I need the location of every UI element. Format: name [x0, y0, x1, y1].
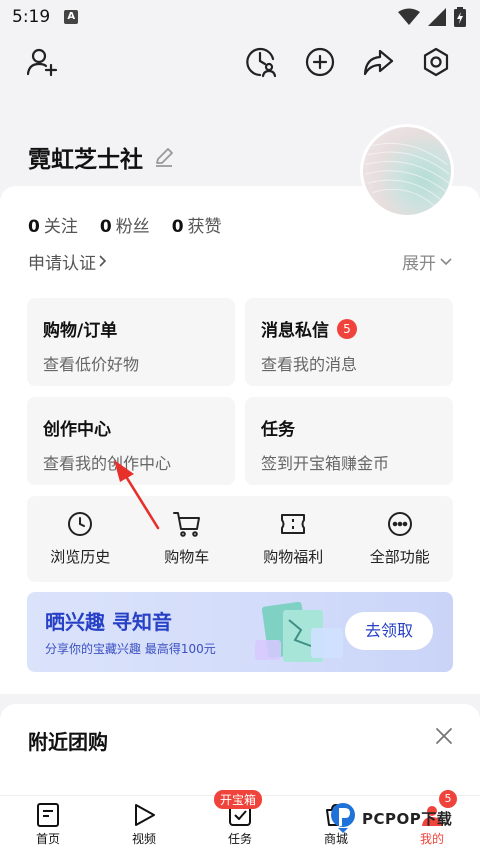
- user-icon: [422, 806, 442, 826]
- clock-icon: [68, 512, 93, 536]
- add-friend-button[interactable]: [22, 42, 62, 82]
- chevron-down-icon: [440, 258, 452, 266]
- stat-likes[interactable]: 0 获赞: [172, 212, 222, 237]
- promo-title: 晒兴趣 寻知音: [45, 610, 172, 634]
- cart-icon: [172, 512, 200, 537]
- certification-row: 申请认证 展开: [28, 248, 452, 274]
- nav-mall[interactable]: 商城: [288, 796, 384, 853]
- plus-circle-icon: [305, 47, 335, 77]
- creation-title: 创作中心: [43, 420, 111, 440]
- visitors-button[interactable]: [241, 42, 281, 82]
- avatar-image: [365, 143, 450, 210]
- promo-banner[interactable]: 晒兴趣 寻知音 分享你的宝藏兴趣 最高得100元 去领取: [27, 592, 453, 672]
- history-shortcut[interactable]: 浏览历史: [27, 496, 134, 582]
- shopping-bag-icon: [326, 804, 346, 826]
- create-button[interactable]: [300, 42, 340, 82]
- ticket-icon: [281, 514, 306, 534]
- nav-video[interactable]: 视频: [96, 796, 192, 853]
- tasks-title: 任务: [261, 420, 295, 440]
- shortcut-bar: 浏览历史 购物车 购物福利 全部功能: [27, 496, 453, 582]
- stat-followers[interactable]: 0 粉丝: [100, 212, 150, 237]
- orders-tile[interactable]: 购物/订单 查看低价好物: [27, 298, 235, 386]
- stat-following[interactable]: 0 关注: [28, 212, 78, 237]
- messages-subtitle: 查看我的消息: [261, 355, 358, 374]
- nav-home[interactable]: 首页: [0, 796, 96, 853]
- profile-name: 霓虹芝士社: [28, 147, 143, 173]
- orders-subtitle: 查看低价好物: [43, 355, 140, 374]
- stats-row: 0 关注 0 粉丝 0 获赞: [28, 212, 222, 237]
- share-button[interactable]: [358, 42, 398, 82]
- tasks-tile[interactable]: 任务 签到开宝箱赚金币: [245, 397, 453, 485]
- home-doc-icon: [37, 803, 59, 827]
- notification-icon: A: [64, 10, 79, 24]
- creation-center-tile[interactable]: 创作中心 查看我的创作中心: [27, 397, 235, 485]
- bottom-navigation: 首页 视频 开宝箱 任务 商城 5 我的: [0, 790, 480, 853]
- top-toolbar: [0, 42, 480, 82]
- messages-tile[interactable]: 消息私信 5 查看我的消息: [245, 298, 453, 386]
- status-time: 5:19: [12, 7, 51, 27]
- avatar[interactable]: [360, 124, 454, 218]
- profile-card: 0 关注 0 粉丝 0 获赞 申请认证 展开 购物/订单 查看低价好物 消息私信 5 …: [0, 186, 480, 694]
- promo-illustration: [255, 601, 343, 662]
- play-icon: [135, 804, 155, 826]
- visitor-clock-icon: [246, 47, 277, 78]
- messages-title: 消息私信: [261, 321, 329, 341]
- nearby-title: 附近团购: [28, 730, 108, 754]
- nav-tasks[interactable]: 开宝箱 任务: [192, 790, 288, 853]
- cart-shortcut[interactable]: 购物车: [134, 496, 241, 582]
- messages-badge: 5: [337, 318, 357, 339]
- signal-icon: [428, 8, 446, 26]
- add-user-icon: [26, 48, 58, 77]
- settings-button[interactable]: [416, 42, 456, 82]
- status-bar: 5:19 A: [0, 0, 480, 34]
- wifi-icon: [398, 8, 420, 25]
- creation-subtitle: 查看我的创作中心: [43, 454, 172, 473]
- promo-claim-button[interactable]: 去领取: [345, 612, 433, 650]
- apply-certification-link[interactable]: 申请认证: [28, 249, 108, 274]
- profile-header: 霓虹芝士社: [28, 140, 175, 174]
- chevron-right-icon: [99, 255, 107, 267]
- battery-icon: [454, 7, 466, 27]
- gear-icon: [423, 47, 449, 77]
- orders-title: 购物/订单: [43, 321, 118, 341]
- share-icon: [363, 49, 394, 76]
- tasks-subtitle: 签到开宝箱赚金币: [261, 454, 390, 473]
- edit-icon[interactable]: [153, 146, 175, 168]
- expand-button[interactable]: 展开: [402, 249, 452, 274]
- all-features-shortcut[interactable]: 全部功能: [347, 496, 454, 582]
- benefits-shortcut[interactable]: 购物福利: [240, 496, 347, 582]
- nav-me[interactable]: 5 我的: [384, 790, 480, 853]
- more-icon: [387, 512, 412, 536]
- me-badge: 5: [439, 790, 457, 808]
- promo-subtitle: 分享你的宝藏兴趣 最高得100元: [45, 642, 216, 656]
- tasks-pill-badge: 开宝箱: [214, 790, 263, 809]
- close-icon[interactable]: [434, 726, 454, 746]
